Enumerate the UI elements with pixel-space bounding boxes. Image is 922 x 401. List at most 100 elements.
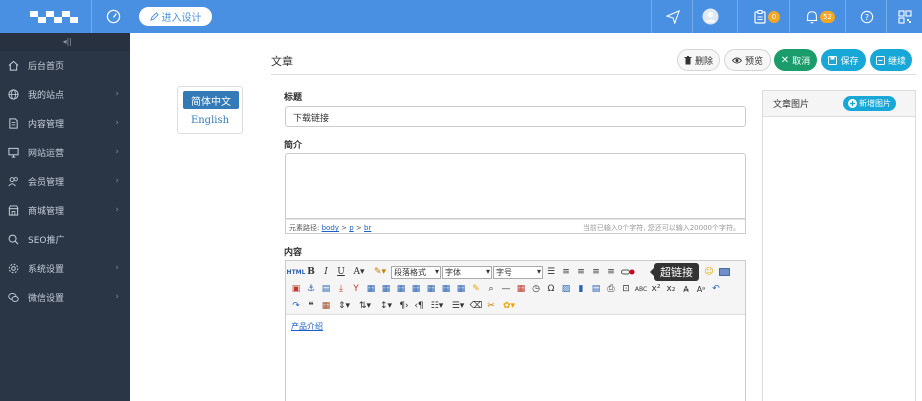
horizontal-rule-icon[interactable]: — <box>499 282 513 296</box>
unordered-list-icon[interactable]: ☰▾ <box>448 299 468 313</box>
char-count: 当前已输入0个字符, 您还可以输入20000个字符。 <box>582 224 740 232</box>
align-left-icon[interactable]: ≡ <box>559 265 573 279</box>
summary-textarea[interactable] <box>285 153 746 219</box>
logo[interactable] <box>30 11 78 23</box>
align-center-icon[interactable]: ≡ <box>574 265 588 279</box>
notification-badge: 52 <box>820 11 835 23</box>
align-right-icon[interactable]: ≡ <box>589 265 603 279</box>
preview-button[interactable]: 预览 <box>724 49 771 71</box>
undo-icon[interactable]: ↶ <box>709 282 723 296</box>
table-col-icon[interactable]: ▦ <box>394 282 408 296</box>
title-input[interactable]: 下载链接 <box>285 106 746 127</box>
enter-design-button[interactable]: 进入设计 <box>139 7 212 26</box>
close-icon: ✕ <box>780 54 790 66</box>
print-icon[interactable]: ⎙ <box>604 282 618 296</box>
time-icon[interactable]: ◷ <box>529 282 543 296</box>
image-left-icon[interactable]: ▤ <box>319 282 333 296</box>
qrcode-icon[interactable] <box>895 0 915 33</box>
clipboard-icon[interactable] <box>750 0 770 33</box>
bell-icon[interactable] <box>802 0 822 33</box>
paragraph-spacing-icon[interactable]: ⇅▾ <box>355 299 375 313</box>
help-icon[interactable]: ? <box>857 0 877 33</box>
insert-frame-icon[interactable]: ▣ <box>289 282 303 296</box>
rtl-icon[interactable]: ‹¶ <box>412 299 426 313</box>
template-icon[interactable]: ▤ <box>589 282 603 296</box>
date-icon[interactable]: ▦ <box>514 282 528 296</box>
font-size-select[interactable]: 字号 <box>493 265 543 279</box>
format-match-icon[interactable]: Aᵃ <box>694 282 708 296</box>
sidebar-item-home[interactable]: 后台首页 <box>0 51 130 80</box>
brush-icon[interactable]: ✎ <box>469 282 483 296</box>
html-source-icon[interactable]: HTML <box>287 265 306 279</box>
dashboard-icon[interactable] <box>100 0 126 33</box>
highlight-icon[interactable]: ✎▾ <box>370 265 390 279</box>
save-button[interactable]: 保存 <box>821 49 866 71</box>
editor-content[interactable]: 产品介绍 <box>291 321 323 332</box>
fullscreen-icon[interactable] <box>717 265 731 279</box>
send-icon[interactable] <box>660 0 686 33</box>
page-break-icon[interactable]: ⤓ <box>334 282 348 296</box>
link-icon[interactable] <box>619 265 637 279</box>
table-row-icon[interactable]: ▦ <box>379 282 393 296</box>
preview-doc-icon[interactable]: ⊡ <box>619 282 633 296</box>
insert-image-icon[interactable]: ▨ <box>559 282 573 296</box>
path-p-link[interactable]: p <box>349 224 353 232</box>
align-justify-icon[interactable]: ≡ <box>604 265 618 279</box>
calendar-icon[interactable]: ▦ <box>319 299 333 313</box>
special-char-icon[interactable]: Ω <box>544 282 558 296</box>
sidebar-item-content[interactable]: 内容管理 › <box>0 109 130 138</box>
sidebar-item-my-sites[interactable]: 我的站点 › <box>0 80 130 109</box>
sidebar-item-shop[interactable]: 商城管理 › <box>0 196 130 225</box>
anchor-icon[interactable]: ⚓ <box>304 282 318 296</box>
puzzle-icon[interactable]: ✿▾ <box>499 299 519 313</box>
product-intro-link[interactable]: 产品介绍 <box>291 322 323 331</box>
letter-spacing-icon[interactable]: ↕▾ <box>376 299 396 313</box>
ltr-icon[interactable]: ¶› <box>397 299 411 313</box>
chevron-right-icon: › <box>115 263 119 273</box>
paragraph-format-select[interactable]: 段落格式 <box>391 265 441 279</box>
italic-icon[interactable]: I <box>319 265 333 279</box>
sidebar-item-system[interactable]: 系统设置 › <box>0 254 130 283</box>
add-image-button[interactable]: 新增图片 <box>843 96 896 111</box>
table-merge-icon[interactable]: ▦ <box>409 282 423 296</box>
table-delete-icon[interactable]: ▦ <box>439 282 453 296</box>
underline-icon[interactable]: U <box>334 265 348 279</box>
eraser-icon[interactable]: ⌫ <box>469 299 483 313</box>
language-en-button[interactable]: English <box>178 115 242 126</box>
table-split-icon[interactable]: ▦ <box>424 282 438 296</box>
emoticon-icon[interactable]: ☺ <box>702 265 716 279</box>
path-body-link[interactable]: body <box>322 224 339 232</box>
quote-icon[interactable]: ❝ <box>304 299 318 313</box>
redo-icon[interactable]: ↷ <box>289 299 303 313</box>
sidebar-item-wechat[interactable]: 微信设置 › <box>0 283 130 312</box>
abc-icon[interactable]: ABC <box>634 282 648 296</box>
cancel-button[interactable]: ✕ 取消 <box>774 49 817 71</box>
language-zh-button[interactable]: 简体中文 <box>183 91 239 109</box>
subscript-icon[interactable]: x₂ <box>664 282 678 296</box>
sidebar-collapse-toggle[interactable]: ◂|| <box>0 33 130 51</box>
line-height-icon[interactable]: ⇕▾ <box>334 299 354 313</box>
format-painter-icon[interactable]: ✂ <box>484 299 498 313</box>
search-replace-icon[interactable]: ⌕ <box>484 282 498 296</box>
avatar[interactable] <box>699 0 721 33</box>
table-props-icon[interactable]: ▦ <box>454 282 468 296</box>
superscript-icon[interactable]: x² <box>649 282 663 296</box>
language-switcher: 简体中文 English <box>177 86 243 134</box>
sidebar-item-label: 网站运营 <box>28 149 65 159</box>
add-image-label: 新增图片 <box>859 99 891 108</box>
bold-icon[interactable]: B <box>304 265 318 279</box>
insert-row-icon[interactable]: Y <box>349 282 363 296</box>
indent-icon[interactable]: ☰ <box>544 265 558 279</box>
format-clear-icon[interactable]: A̶ <box>679 282 693 296</box>
font-family-select[interactable]: 字体 <box>442 265 492 279</box>
sidebar-item-members[interactable]: 会员管理 › <box>0 167 130 196</box>
ordered-list-icon[interactable]: ☷▾ <box>427 299 447 313</box>
delete-button[interactable]: 删除 <box>677 49 720 71</box>
path-br-link[interactable]: br <box>364 224 371 232</box>
continue-button[interactable]: 继续 <box>870 49 912 71</box>
sidebar-item-operations[interactable]: 网站运营 › <box>0 138 130 167</box>
attachment-icon[interactable]: ▮ <box>574 282 588 296</box>
font-color-icon[interactable]: A▾ <box>349 265 369 279</box>
table-icon[interactable]: ▦ <box>364 282 378 296</box>
sidebar-item-seo[interactable]: SEO推广 <box>0 225 130 254</box>
